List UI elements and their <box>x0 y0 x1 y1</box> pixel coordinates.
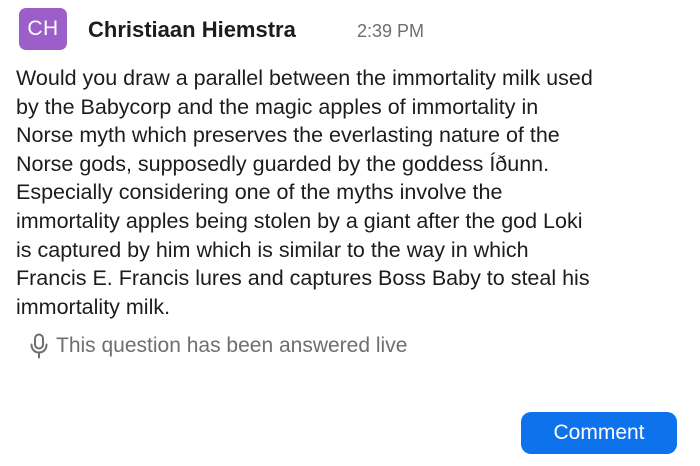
question-line: Norse gods, supposedly guarded by the go… <box>16 151 550 176</box>
message-timestamp: 2:39 PM <box>357 21 425 41</box>
question-text: Would you draw a parallel between the im… <box>16 64 686 321</box>
question-line: by the Babycorp and the magic apples of … <box>16 94 539 119</box>
comment-button-label: Comment <box>553 421 645 444</box>
question-line: immortality apples being stolen by a gia… <box>16 208 583 233</box>
question-line: Would you draw a parallel between the im… <box>16 66 593 90</box>
answered-live-status: This question has been answered live <box>28 333 407 359</box>
question-line: immortality milk. <box>16 294 171 319</box>
answered-live-text: This question has been answered live <box>56 334 408 357</box>
question-line: Norse myth which preserves the everlasti… <box>16 123 560 148</box>
avatar-initials: CH <box>27 17 59 40</box>
microphone-icon <box>28 333 50 359</box>
question-line: Especially considering one of the myths … <box>16 180 503 205</box>
comment-button[interactable]: Comment <box>521 412 677 454</box>
author-name: Christiaan Hiemstra <box>88 17 296 42</box>
avatar: CH <box>19 8 67 50</box>
question-line: Francis E. Francis lures and captures Bo… <box>16 266 590 291</box>
question-line: is captured by him which is similar to t… <box>16 237 529 262</box>
